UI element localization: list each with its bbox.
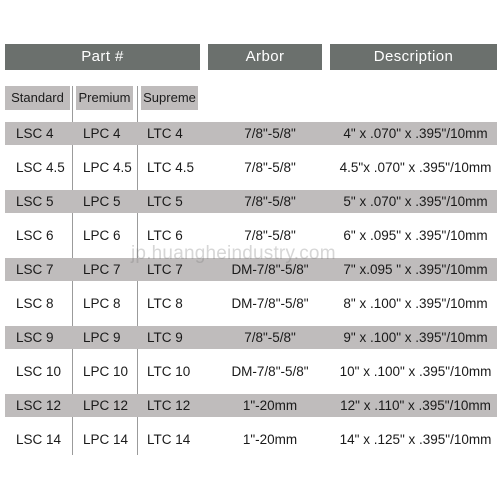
cell-arbor: 7/8"-5/8" bbox=[244, 160, 296, 175]
table-row: LSC 4 LPC 4 LTC 4 7/8"-5/8" 4" x .070" x .39… bbox=[0, 120, 500, 154]
cell-standard: LSC 8 bbox=[16, 296, 54, 311]
group-header-part-number: Part # bbox=[5, 44, 200, 70]
table-row: LSC 14 LPC 14 LTC 14 1"-20mm 14" x .125" x .… bbox=[0, 426, 500, 460]
cell-premium: LPC 6 bbox=[83, 228, 121, 243]
cell-description: 4" x .070" x .395"/10mm bbox=[343, 126, 488, 141]
table-body: LSC 4 LPC 4 LTC 4 7/8"-5/8" 4" x .070" x .39… bbox=[0, 120, 500, 460]
cell-standard: LSC 14 bbox=[16, 432, 62, 447]
cell-standard: LSC 6 bbox=[16, 228, 54, 243]
cell-supreme: LTC 5 bbox=[147, 194, 183, 209]
cell-standard: LSC 9 bbox=[16, 330, 54, 345]
cell-description: 12" x .110" x .395"/10mm bbox=[340, 398, 491, 413]
table-row: LSC 9 LPC 9 LTC 9 7/8"-5/8" 9" x .100" x .39… bbox=[0, 324, 500, 358]
cell-premium: LPC 10 bbox=[83, 364, 129, 379]
cell-description: 7" x.095 " x .395"/10mm bbox=[343, 262, 488, 277]
cell-arbor: 7/8"-5/8" bbox=[244, 330, 296, 345]
cell-supreme: LTC 4.5 bbox=[147, 160, 195, 175]
cell-premium: LPC 12 bbox=[83, 398, 129, 413]
cell-description: 9" x .100" x .395"/10mm bbox=[343, 330, 488, 345]
cell-supreme: LTC 8 bbox=[147, 296, 183, 311]
sub-header-row: Standard Premium Supreme bbox=[0, 86, 500, 110]
group-header-row: Part # Arbor Description bbox=[0, 44, 500, 70]
cell-premium: LPC 9 bbox=[83, 330, 121, 345]
cell-description: 4.5"x .070" x .395"/10mm bbox=[339, 160, 492, 175]
cell-description: 6" x .095" x .395"/10mm bbox=[343, 228, 488, 243]
sub-header-premium: Premium bbox=[76, 86, 133, 110]
group-header-arbor: Arbor bbox=[208, 44, 322, 70]
table-row: LSC 7 LPC 7 LTC 7 DM-7/8"-5/8" 7" x.095 " x … bbox=[0, 256, 500, 290]
cell-description: 5" x .070" x .395"/10mm bbox=[343, 194, 488, 209]
spec-table-sheet: Part # Arbor Description Standard Premiu… bbox=[0, 0, 500, 500]
cell-arbor: 7/8"-5/8" bbox=[244, 126, 296, 141]
cell-premium: LPC 4 bbox=[83, 126, 121, 141]
cell-premium: LPC 5 bbox=[83, 194, 121, 209]
table-row: LSC 8 LPC 8 LTC 8 DM-7/8"-5/8" 8" x .100" x … bbox=[0, 290, 500, 324]
cell-premium: LPC 4.5 bbox=[83, 160, 132, 175]
cell-arbor: 1"-20mm bbox=[242, 432, 298, 447]
cell-arbor: 7/8"-5/8" bbox=[244, 194, 296, 209]
cell-arbor: DM-7/8"-5/8" bbox=[231, 296, 309, 311]
cell-supreme: LTC 14 bbox=[147, 432, 191, 447]
table-row: LSC 6 LPC 6 LTC 6 7/8"-5/8" 6" x .095" x .39… bbox=[0, 222, 500, 256]
cell-standard: LSC 5 bbox=[16, 194, 54, 209]
cell-supreme: LTC 9 bbox=[147, 330, 183, 345]
group-header-description: Description bbox=[330, 44, 497, 70]
cell-arbor: 7/8"-5/8" bbox=[244, 228, 296, 243]
cell-description: 10" x .100" x .395"/10mm bbox=[339, 364, 492, 379]
cell-supreme: LTC 6 bbox=[147, 228, 183, 243]
cell-description: 14" x .125" x .395"/10mm bbox=[339, 432, 492, 447]
cell-supreme: LTC 10 bbox=[147, 364, 191, 379]
cell-arbor: DM-7/8"-5/8" bbox=[231, 262, 309, 277]
cell-description: 8" x .100" x .395"/10mm bbox=[343, 296, 488, 311]
cell-standard: LSC 12 bbox=[16, 398, 62, 413]
table-row: LSC 5 LPC 5 LTC 5 7/8"-5/8" 5" x .070" x .39… bbox=[0, 188, 500, 222]
table-row: LSC 4.5 LPC 4.5 LTC 4.5 7/8"-5/8" 4.5"x .070… bbox=[0, 154, 500, 188]
table-row: LSC 10 LPC 10 LTC 10 DM-7/8"-5/8" 10" x .100… bbox=[0, 358, 500, 392]
cell-premium: LPC 8 bbox=[83, 296, 121, 311]
cell-supreme: LTC 12 bbox=[147, 398, 191, 413]
table-row: LSC 12 LPC 12 LTC 12 1"-20mm 12" x .110" x .… bbox=[0, 392, 500, 426]
cell-premium: LPC 7 bbox=[83, 262, 121, 277]
sub-header-supreme: Supreme bbox=[141, 86, 198, 110]
cell-standard: LSC 4.5 bbox=[16, 160, 65, 175]
cell-arbor: DM-7/8"-5/8" bbox=[231, 364, 309, 379]
cell-arbor: 1"-20mm bbox=[242, 398, 298, 413]
cell-standard: LSC 4 bbox=[16, 126, 54, 141]
sub-header-standard: Standard bbox=[5, 86, 70, 110]
cell-supreme: LTC 7 bbox=[147, 262, 183, 277]
cell-standard: LSC 7 bbox=[16, 262, 54, 277]
cell-premium: LPC 14 bbox=[83, 432, 129, 447]
cell-supreme: LTC 4 bbox=[147, 126, 183, 141]
cell-standard: LSC 10 bbox=[16, 364, 62, 379]
